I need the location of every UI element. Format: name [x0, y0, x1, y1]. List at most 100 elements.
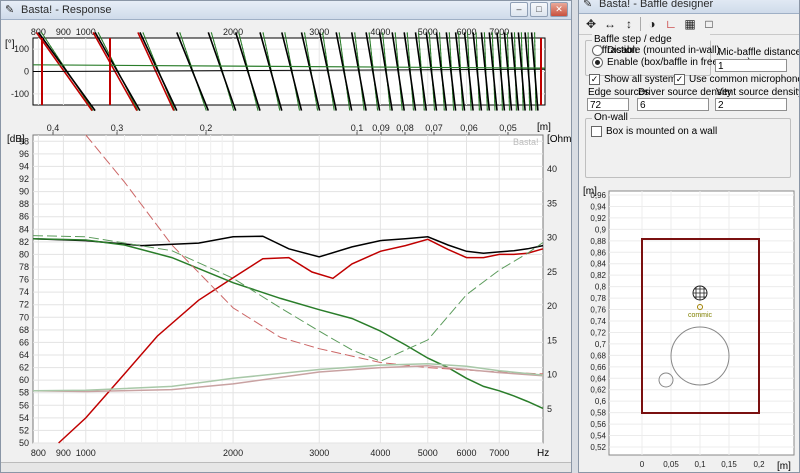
baffle-y-tick-label: 0,66 [590, 363, 606, 372]
frequency-tick-label: 6000 [456, 448, 476, 458]
frequency-tick-label: 4000 [370, 448, 390, 458]
db-tick-label: 54 [19, 413, 29, 423]
frequency-tick-label: 2000 [223, 448, 243, 458]
baffle-y-tick-label: 0,64 [590, 374, 606, 383]
baffle-plot-area[interactable] [608, 190, 795, 456]
db-tick-label: 52 [19, 425, 29, 435]
db-tick-label: 84 [19, 224, 29, 234]
watermark: Basta! [513, 137, 539, 147]
phase-x-tick-label: 3000 [309, 27, 329, 37]
db-tick-label: 76 [19, 275, 29, 285]
baffle-y-tick-label: 0,78 [590, 294, 606, 303]
frequency-tick-label: 900 [56, 448, 71, 458]
frequency-tick-label: 800 [31, 448, 46, 458]
frequency-tick-label: 1000 [76, 448, 96, 458]
db-tick-label: 92 [19, 174, 29, 184]
baffle-y-tick-label: 0,62 [590, 386, 606, 395]
baffle-window: ✎ Basta! - Baffle designer ✥ ↔ ↕ ◑ ∟ ▦ □… [578, 0, 800, 473]
db-tick-label: 68 [19, 325, 29, 335]
baffle-x-tick-label: 0,15 [721, 460, 737, 469]
distance-tick-label: 0,08 [396, 123, 414, 133]
baffle-y-tick-label: 0,7 [595, 340, 607, 349]
distance-tick-label: 0,3 [111, 123, 124, 133]
db-tick-label: 66 [19, 337, 29, 347]
phase-x-tick-label: 900 [56, 27, 71, 37]
phase-y-tick-label: -100 [11, 89, 29, 99]
phase-x-tick-label: 5000 [418, 27, 438, 37]
db-tick-label: 50 [19, 438, 29, 448]
db-tick-label: 80 [19, 249, 29, 259]
phase-x-tick-label: 1000 [76, 27, 96, 37]
baffle-x-ticks: 0 0,05 0,1 0,15 0,2 [640, 460, 765, 469]
db-tick-label: 60 [19, 375, 29, 385]
baffle-y-tick-label: 0,6 [595, 397, 607, 406]
distance-tick-label: 0,06 [460, 123, 478, 133]
db-axis-ticks: 98 96 94 92 90 88 86 84 82 80 78 76 74 72 70 68 66 64 62 60… [19, 136, 29, 448]
baffle-x-tick-label: 0,05 [663, 460, 679, 469]
db-tick-label: 56 [19, 400, 29, 410]
baffle-y-tick-label: 0,72 [590, 328, 606, 337]
baffle-y-tick-label: 0,74 [590, 317, 606, 326]
distance-tick-label: 0,1 [351, 123, 364, 133]
db-tick-label: 88 [19, 199, 29, 209]
db-tick-label: 72 [19, 300, 29, 310]
ohm-tick-label: 20 [547, 301, 557, 311]
baffle-y-tick-label: 0,82 [590, 271, 606, 280]
db-tick-label: 86 [19, 212, 29, 222]
baffle-y-tick-label: 0,88 [590, 237, 606, 246]
baffle-y-tick-label: 0,94 [590, 202, 606, 211]
db-tick-label: 96 [19, 149, 29, 159]
db-tick-label: 90 [19, 187, 29, 197]
distance-tick-label: 0,09 [372, 123, 390, 133]
baffle-x-tick-label: 0 [640, 460, 645, 469]
db-tick-label: 82 [19, 237, 29, 247]
distance-tick-label: 0,07 [425, 123, 443, 133]
distance-tick-label: 0,4 [47, 123, 60, 133]
baffle-y-ticks: 0,96 0,94 0,92 0,9 0,88 0,86 0,84 0,82 0,8 0,78 0,… [590, 191, 606, 452]
baffle-y-tick-label: 0,58 [590, 409, 606, 418]
baffle-x-tick-label: 0,2 [753, 460, 765, 469]
ohm-tick-label: 5 [547, 404, 552, 414]
phase-y-ticks: 100 0 -100 [11, 44, 29, 99]
frequency-axis-ticks: 800 900 1000 2000 3000 4000 5000 6000 7000 [31, 448, 509, 458]
ohm-tick-label: 15 [547, 335, 557, 345]
baffle-y-tick-label: 0,96 [590, 191, 606, 200]
baffle-drawing[interactable]: 0,96 0,94 0,92 0,9 0,88 0,86 0,84 0,82 0,8 0,78 0,… [579, 0, 800, 473]
ohm-tick-label: 25 [547, 267, 557, 277]
db-tick-label: 62 [19, 363, 29, 373]
baffle-y-tick-label: 0,84 [590, 260, 606, 269]
baffle-y-tick-label: 0,54 [590, 432, 606, 441]
baffle-y-tick-label: 0,52 [590, 443, 606, 452]
ohm-tick-label: 40 [547, 164, 557, 174]
db-tick-label: 78 [19, 262, 29, 272]
baffle-y-tick-label: 0,8 [595, 283, 607, 292]
distance-axis-ticks: 0,4 0,3 0,2 0,1 0,09 0,08 0,07 0,06 0,05 [47, 123, 517, 135]
frequency-tick-label: 3000 [309, 448, 329, 458]
mic-label: commic [688, 312, 713, 319]
phase-y-tick-label: 100 [14, 44, 29, 54]
db-tick-label: 58 [19, 388, 29, 398]
hz-unit-label: Hz [537, 448, 549, 459]
frequency-tick-label: 5000 [418, 448, 438, 458]
phase-y-tick-label: 0 [24, 67, 29, 77]
baffle-y-tick-label: 0,9 [595, 225, 607, 234]
distance-tick-label: 0,2 [200, 123, 213, 133]
db-tick-label: 98 [19, 136, 29, 146]
ohm-tick-label: 10 [547, 370, 557, 380]
ohm-tick-label: 30 [547, 233, 557, 243]
db-tick-label: 94 [19, 161, 29, 171]
db-tick-label: 64 [19, 350, 29, 360]
frequency-tick-label: 7000 [489, 448, 509, 458]
response-window: ✎ Basta! - Response – □ ✕ [°] [dB] [Ohm]… [0, 0, 572, 473]
baffle-x-tick-label: 0,1 [694, 460, 706, 469]
ohm-axis-ticks: 40 35 30 25 20 15 10 5 [547, 164, 557, 414]
response-graphs[interactable]: 800 900 1000 2000 3000 4000 5000 6000 7000 1000-… [1, 1, 572, 464]
distance-tick-label: 0,05 [499, 123, 517, 133]
db-tick-label: 74 [19, 287, 29, 297]
phase-x-tick-label: 2000 [223, 27, 243, 37]
baffle-y-tick-label: 0,68 [590, 351, 606, 360]
baffle-y-tick-label: 0,86 [590, 248, 606, 257]
tweeter-driver[interactable] [692, 285, 708, 301]
baffle-y-tick-label: 0,92 [590, 214, 606, 223]
response-statusbar [1, 462, 571, 472]
